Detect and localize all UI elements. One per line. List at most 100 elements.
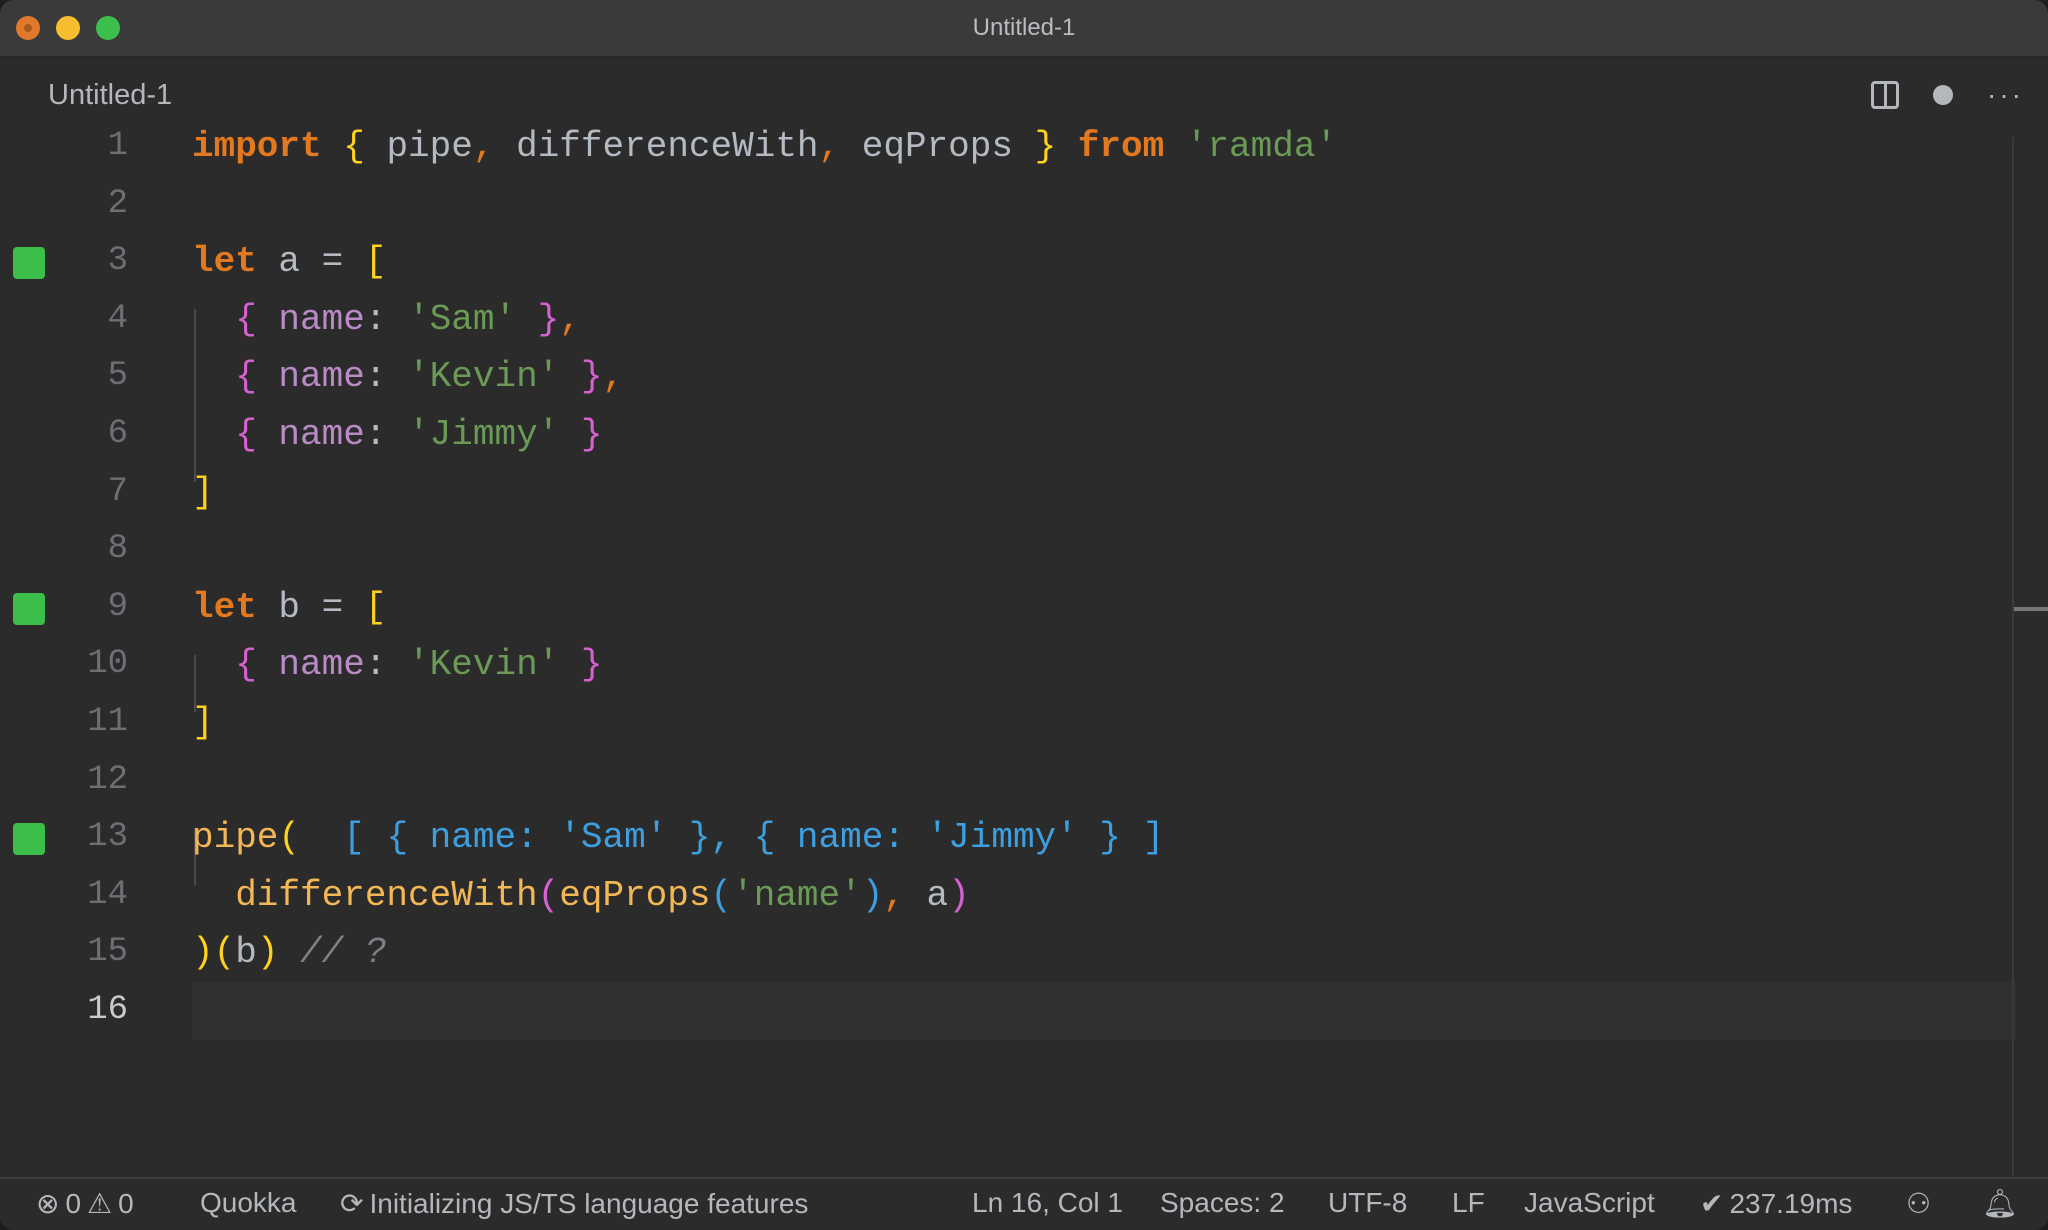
quokka-status[interactable]: Quokka [200,1187,297,1219]
scrollbar-cursor-indicator [2014,607,2048,611]
code-text: ] [192,464,214,522]
split-editor-icon[interactable] [1871,81,1900,109]
eol-setting[interactable]: LF [1452,1187,1485,1219]
indentation-setting[interactable]: Spaces: 2 [1160,1187,1285,1219]
tab-actions: ··· [1871,81,2024,109]
code-token: b = [256,586,365,628]
code-token: ] [192,702,214,743]
timing-value: 237.19ms [1729,1187,1853,1219]
feedback-icon: ⚇ [1906,1188,1932,1219]
code-line[interactable]: 5 { name: 'Kevin' }, [0,348,2016,406]
code-line[interactable]: 10 { name: 'Kevin' } [0,636,2016,694]
code-line[interactable]: 16 [0,982,2016,1040]
code-text: )(b) // ? [192,924,386,982]
error-count: 0 [65,1187,82,1219]
code-editor[interactable]: 1 import { pipe, differenceWith, eqProps … [0,126,2048,1177]
code-line[interactable]: 11] [0,694,2016,752]
code-token: : [364,414,387,455]
code-token: , [559,298,581,340]
code-token: differenceWith [494,126,819,167]
cursor-position[interactable]: Ln 16, Col 1 [972,1187,1123,1219]
line-number: 10 [87,645,128,684]
code-token: { [321,126,365,167]
code-token: 'name' [732,874,862,916]
code-token: : [364,644,387,686]
code-text: import { pipe, differenceWith, eqProps }… [192,118,1337,176]
code-token: 'Jimmy' [386,414,560,455]
language-mode[interactable]: JavaScript [1524,1187,1655,1219]
line-number: 12 [87,760,128,799]
code-token: ) [861,874,884,916]
code-text: pipe( [ { name: 'Sam' }, { name: 'Jimmy'… [192,809,1164,867]
code-token: pipe [364,126,473,167]
code-token: )( [192,932,236,974]
code-line[interactable]: 3 let a = [ [0,233,2016,291]
vertical-scrollbar[interactable] [2012,137,2014,1177]
code-token: , [602,356,625,398]
line-number: 15 [87,933,128,972]
code-token: } [559,356,603,398]
code-token: 'Kevin' [386,356,560,398]
code-line[interactable]: 1 import { pipe, differenceWith, eqProps … [0,118,2016,176]
code-line[interactable]: 14 differenceWith(eqProps('name'), a) [0,867,2016,925]
code-line[interactable]: 9 let b = [ [0,579,2016,637]
code-text: let a = [ [192,233,386,291]
notifications-button[interactable]: 🔔︎ [1982,1187,2018,1220]
language-service-status[interactable]: ⟳ Initializing JS/TS language features [340,1187,808,1220]
code-line[interactable]: 15 )(b) // ? [0,924,2016,982]
code-token: : [364,356,387,398]
code-token: b [235,932,257,974]
code-text: let b = [ [192,579,386,637]
more-actions-icon[interactable]: ··· [1987,81,2024,109]
problems-indicator[interactable]: ⊗ 0 ⚠ 0 [36,1187,134,1220]
warning-count: 0 [118,1187,134,1219]
quokka-coverage-marker[interactable] [13,823,45,856]
line-number: 6 [107,415,128,453]
code-line[interactable]: 12 [0,752,2016,810]
current-line-highlight [192,982,2016,1040]
quokka-timing[interactable]: ✔ 237.19ms [1700,1187,1852,1220]
bell-icon: 🔔︎ [1982,1188,2018,1219]
unsaved-dot-icon[interactable] [1933,85,1954,105]
code-token: ) [948,874,970,916]
code-text: { name: 'Kevin' }, [192,348,624,406]
code-text: ] [192,694,214,752]
line-number: 14 [87,875,128,914]
code-token: , [883,874,905,916]
code-text: { name: 'Sam' }, [192,291,581,349]
code-line[interactable]: 8 [0,521,2016,579]
code-token: name [256,414,365,455]
warning-icon: ⚠ [87,1188,113,1219]
tab-untitled-1[interactable]: Untitled-1 [48,79,172,112]
code-line[interactable]: 6 { name: 'Jimmy' } [0,406,2016,464]
code-token: let [192,241,257,283]
code-token: ) [256,932,279,974]
code-token: eqProps [840,126,1035,167]
checkmark-icon: ✔ [1700,1188,1724,1219]
code-line[interactable]: 7] [0,464,2016,522]
code-token: ] [192,471,214,513]
code-token: // ? [278,932,387,974]
title-bar: Untitled-1 [0,0,2048,57]
code-token: } [516,298,560,340]
code-token: let [192,586,257,628]
code-token: from [1056,126,1165,167]
code-token: } [1034,126,1057,167]
feedback-button[interactable]: ⚇ [1906,1187,1931,1220]
line-number: 13 [87,818,128,857]
code-token: name [256,644,365,686]
line-number: 2 [107,184,128,223]
code-token: , [472,126,495,167]
quokka-coverage-marker[interactable] [13,247,45,280]
encoding-setting[interactable]: UTF-8 [1328,1187,1407,1219]
quokka-coverage-marker[interactable] [13,592,45,625]
line-number: 9 [107,587,128,626]
code-line[interactable]: 2 [0,176,2016,234]
code-token: 'Kevin' [386,644,560,686]
code-token: name [256,356,365,398]
editor-window: Untitled-1 Untitled-1 ··· 1 import { pipe… [0,0,2048,1230]
code-line[interactable]: 4 { name: 'Sam' }, [0,291,2016,349]
code-token: } [559,644,603,686]
code-line[interactable]: 13 pipe( [ { name: 'Sam' }, { name: 'Jimm… [0,809,2016,867]
code-token: a [904,874,949,916]
